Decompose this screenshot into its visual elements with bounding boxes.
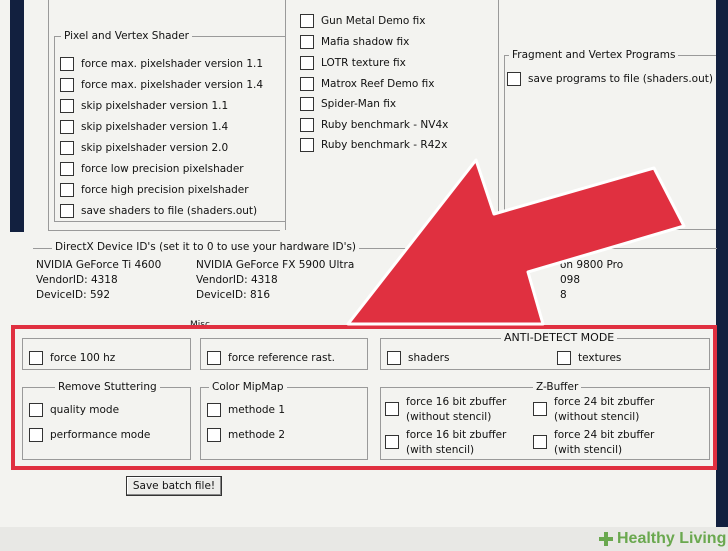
arrow-shape [346, 158, 686, 326]
plus-icon [599, 532, 613, 546]
highlight-arrow [346, 158, 686, 326]
watermark: Healthy Living [598, 528, 726, 550]
watermark-text: Healthy Living [617, 530, 727, 547]
